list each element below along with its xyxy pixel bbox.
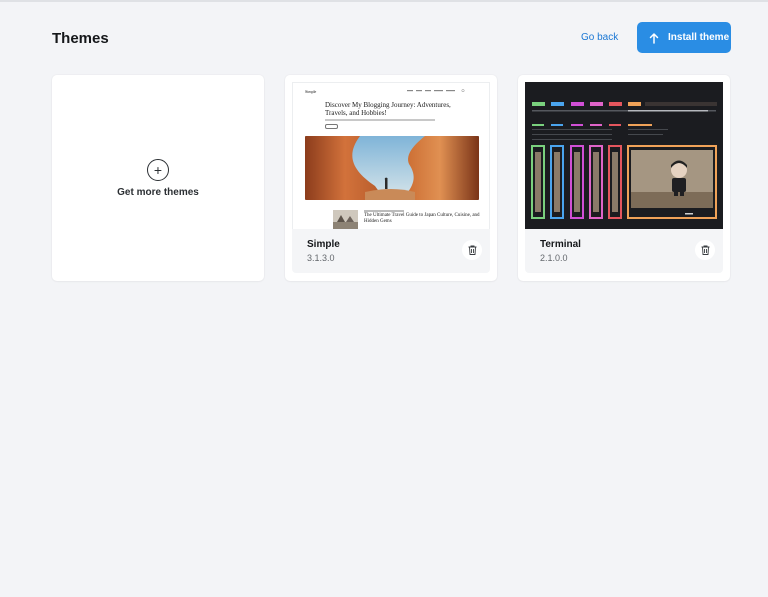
- get-more-themes-card[interactable]: + Get more themes: [52, 75, 264, 281]
- arrow-up-icon: [649, 32, 659, 44]
- preview-post-meta: [364, 210, 404, 212]
- theme-name: Simple: [307, 239, 340, 250]
- plus-circle-icon: +: [147, 158, 169, 181]
- preview-hero-image: [305, 136, 479, 200]
- theme-name: Terminal: [540, 239, 581, 250]
- theme-version: 3.1.3.0: [307, 253, 335, 263]
- preview-hero-button: [325, 124, 338, 129]
- preview-post-thumbnail: [333, 210, 358, 230]
- install-theme-label: Install theme: [668, 32, 730, 43]
- preview-hero-title: Discover My Blogging Journey: Adventures…: [325, 101, 451, 117]
- theme-card-terminal[interactable]: Terminal 2.1.0.0: [518, 75, 730, 281]
- theme-meta-simple: Simple 3.1.3.0: [292, 229, 490, 273]
- theme-meta-terminal: Terminal 2.1.0.0: [525, 229, 723, 273]
- preview-hero-subtitle: [325, 119, 435, 121]
- preview-nav-links: [407, 89, 465, 93]
- page-title: Themes: [52, 30, 109, 47]
- top-divider: [0, 0, 768, 2]
- theme-preview-simple: Simple Discover My Blogging Journey: Adv…: [292, 82, 490, 236]
- trash-icon: [701, 245, 709, 255]
- trash-icon: [468, 245, 476, 255]
- theme-preview-terminal: [525, 82, 723, 236]
- delete-theme-button[interactable]: [695, 240, 715, 260]
- preview-logo: Simple: [305, 89, 317, 94]
- theme-version: 2.1.0.0: [540, 253, 568, 263]
- go-back-link[interactable]: Go back: [581, 32, 618, 43]
- preview-nav: Simple: [305, 89, 477, 97]
- get-more-themes-label: Get more themes: [117, 186, 199, 198]
- theme-card-simple[interactable]: Simple Discover My Blogging Journey: Adv…: [285, 75, 497, 281]
- delete-theme-button[interactable]: [462, 240, 482, 260]
- page-header: Themes Go back Install theme: [52, 22, 731, 54]
- preview-post-title: The Ultimate Travel Guide to Japan Cultu…: [364, 213, 480, 224]
- install-theme-button[interactable]: Install theme: [637, 22, 731, 53]
